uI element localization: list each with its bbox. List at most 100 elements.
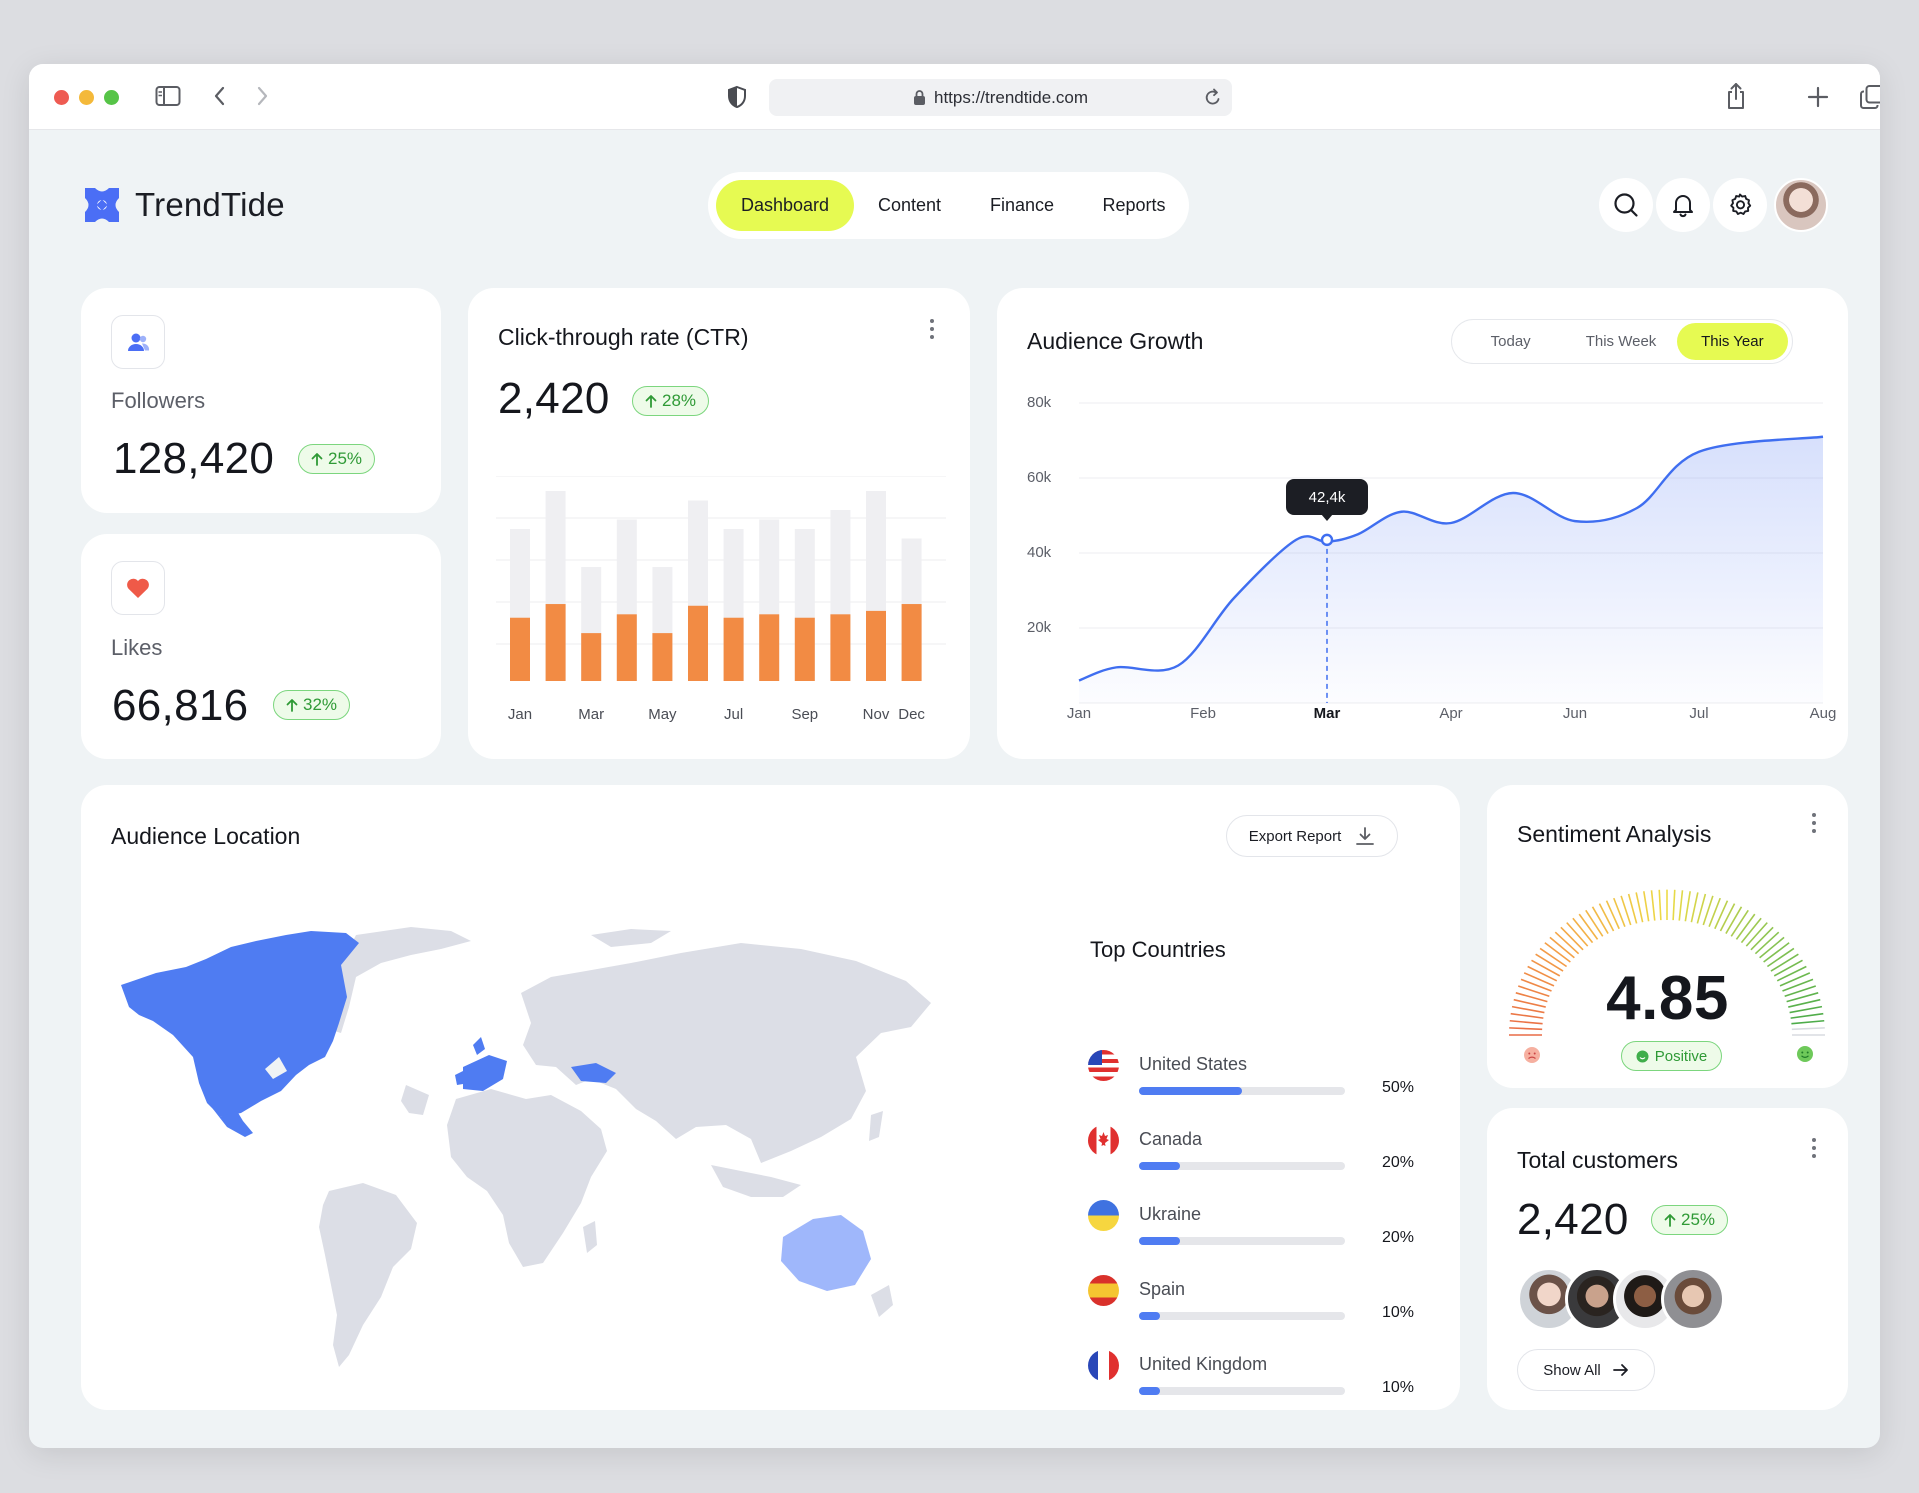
customer-avatar[interactable] xyxy=(1661,1267,1725,1331)
x-tick-label: Jun xyxy=(1562,705,1588,722)
gauge-tick xyxy=(1554,931,1580,955)
gauge-tick xyxy=(1690,892,1699,923)
gauge-tick xyxy=(1572,917,1594,944)
sidebar-toggle-icon[interactable] xyxy=(155,85,181,107)
minimize-window-button[interactable] xyxy=(79,90,94,105)
country-row-ukraine: Ukraine 20% xyxy=(1088,1200,1414,1260)
us-flag-icon xyxy=(1088,1050,1119,1081)
export-report-button[interactable]: Export Report xyxy=(1226,815,1398,857)
ctr-bar-chart xyxy=(496,476,946,681)
x-tick-label: Jul xyxy=(1689,705,1709,722)
close-window-button[interactable] xyxy=(54,90,69,105)
followers-card: Followers 128,420 25% xyxy=(81,288,441,513)
top-countries-title: Top Countries xyxy=(1090,937,1226,962)
brand-name: TrendTide xyxy=(135,186,285,223)
url-text: https://trendtide.com xyxy=(933,87,1089,107)
nav-finance[interactable]: Finance xyxy=(965,180,1079,231)
x-tick-label: Dec xyxy=(898,706,925,723)
gauge-tick xyxy=(1672,889,1676,921)
gb-flag-icon xyxy=(1088,1350,1119,1381)
gauge-tick xyxy=(1763,942,1790,963)
bar-value xyxy=(866,610,886,681)
arrow-up-icon xyxy=(1664,1214,1676,1227)
gauge-tick xyxy=(1650,890,1656,921)
happy-face-icon xyxy=(1797,1046,1813,1062)
likes-value: 66,816 xyxy=(112,681,249,730)
maximize-window-button[interactable] xyxy=(104,90,119,105)
settings-button[interactable] xyxy=(1713,178,1767,232)
new-tab-icon[interactable] xyxy=(1807,86,1829,108)
country-row-uk: United Kingdom 10% xyxy=(1088,1350,1414,1410)
gauge-tick xyxy=(1735,913,1756,940)
bar-value xyxy=(545,604,566,681)
forward-icon[interactable] xyxy=(255,85,269,107)
user-avatar[interactable] xyxy=(1774,178,1828,232)
x-tick-label: Apr xyxy=(1439,705,1463,722)
highlight-point[interactable] xyxy=(1320,533,1334,547)
ctr-title: Click-through rate (CTR) xyxy=(498,324,749,350)
likes-label: Likes xyxy=(111,635,163,660)
gauge-tick xyxy=(1750,926,1774,951)
ctr-value: 2,420 xyxy=(498,374,610,423)
x-tick-label: Jan xyxy=(1066,705,1092,722)
ctr-more-icon[interactable] xyxy=(929,319,935,339)
x-tick-label: Nov xyxy=(862,706,890,723)
likes-card: Likes 66,816 32% xyxy=(81,534,441,759)
customer-avatars xyxy=(1517,1267,1727,1331)
sentiment-card: Sentiment Analysis 4.85 Positive xyxy=(1487,785,1848,1088)
sad-face-icon xyxy=(1524,1047,1540,1063)
brand-logo[interactable]: TrendTide xyxy=(81,184,285,226)
ctr-card: Click-through rate (CTR) 2,420 28% Jan Ma… xyxy=(468,288,970,759)
customers-value: 2,420 xyxy=(1517,1195,1629,1244)
show-all-button[interactable]: Show All xyxy=(1517,1349,1655,1391)
arrow-right-icon xyxy=(1612,1364,1628,1376)
country-bar xyxy=(1139,1312,1160,1320)
ctr-change-badge: 28% xyxy=(632,386,710,416)
back-icon[interactable] xyxy=(213,85,227,107)
likes-icon-box xyxy=(111,561,165,615)
total-customers-card: Total customers 2,420 25% Show All xyxy=(1487,1108,1848,1410)
trendtide-logo-icon xyxy=(85,188,119,222)
bar-value xyxy=(901,604,922,681)
gauge-tick xyxy=(1591,906,1609,934)
sentiment-status-badge: Positive xyxy=(1621,1041,1722,1071)
gauge-tick xyxy=(1759,936,1785,959)
tab-overview-icon[interactable] xyxy=(1859,84,1880,110)
es-flag-icon xyxy=(1088,1275,1119,1306)
gauge-tick xyxy=(1605,900,1620,930)
nav-dashboard[interactable]: Dashboard xyxy=(716,180,854,231)
gauge-tick xyxy=(1696,893,1707,924)
address-bar[interactable]: https://trendtide.com xyxy=(769,79,1232,116)
gauge-tick xyxy=(1635,892,1644,923)
country-row-spain: Spain 10% xyxy=(1088,1275,1414,1335)
nav-content[interactable]: Content xyxy=(854,180,965,231)
gauge-tick xyxy=(1585,909,1604,937)
growth-area-chart xyxy=(1078,402,1824,704)
heart-icon xyxy=(127,578,149,598)
shield-icon[interactable] xyxy=(727,85,747,109)
customers-more-icon[interactable] xyxy=(1811,1138,1817,1158)
bar-value xyxy=(794,617,815,681)
gauge-tick xyxy=(1740,917,1762,944)
arrow-up-icon xyxy=(645,395,657,408)
country-bar xyxy=(1139,1237,1181,1245)
search-button[interactable] xyxy=(1599,178,1653,232)
followers-value: 128,420 xyxy=(113,434,275,483)
bar-value xyxy=(581,633,602,681)
x-tick-label: May xyxy=(648,706,677,723)
country-bar xyxy=(1139,1087,1242,1095)
reload-icon[interactable] xyxy=(1204,88,1222,112)
followers-label: Followers xyxy=(111,388,206,413)
ctr-x-axis: Jan Mar May Jul Sep Nov Dec xyxy=(496,706,946,726)
country-row-us: United States 50% xyxy=(1088,1050,1414,1110)
notifications-button[interactable] xyxy=(1656,178,1710,232)
gauge-tick xyxy=(1627,893,1638,924)
x-tick-label: Sep xyxy=(791,706,819,723)
nav-reports[interactable]: Reports xyxy=(1079,180,1189,231)
share-icon[interactable] xyxy=(1725,82,1747,110)
customers-title: Total customers xyxy=(1517,1147,1679,1173)
gauge-tick xyxy=(1544,942,1571,963)
users-icon xyxy=(128,333,150,351)
gauge-tick xyxy=(1714,900,1729,930)
smile-icon xyxy=(1636,1050,1649,1062)
